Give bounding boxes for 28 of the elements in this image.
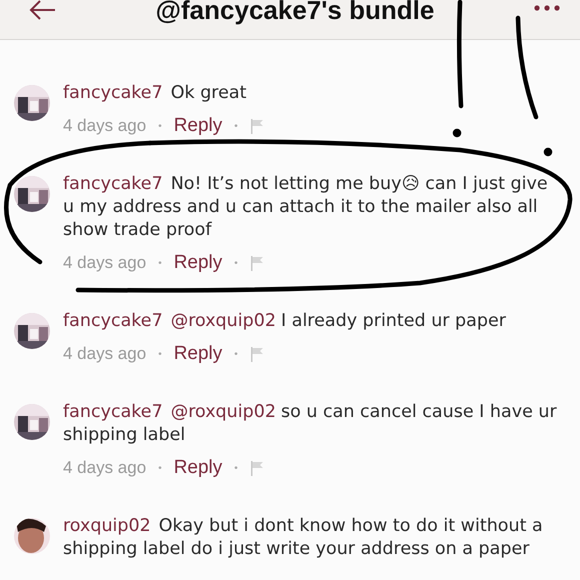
comment-text: fancycake7 No! It’s not letting me buy😥 can I just give u my address and u can attach it to the mailer also all show trade proof [63, 173, 549, 242]
timestamp: 4 days ago [63, 344, 146, 364]
flag-icon[interactable] [250, 255, 264, 271]
timestamp: 4 days ago [63, 458, 146, 478]
back-arrow-icon[interactable] [28, 0, 56, 20]
separator-dot: • [158, 120, 162, 132]
comment-text: fancycake7 @roxquip02 so u can cancel cause I have ur shipping label [63, 401, 558, 447]
page-title: @fancycake7's bundle [156, 0, 434, 26]
comment-text: roxquip02 Okay but i dont know how to do it without a shipping label do i just write your address on a paper [63, 515, 544, 561]
timestamp: 4 days ago [63, 253, 146, 273]
separator-dot: • [234, 120, 238, 132]
reply-link[interactable]: Reply [174, 457, 222, 479]
separator-dot: • [234, 258, 238, 268]
reply-link[interactable]: Reply [174, 115, 222, 137]
separator-dot: • [158, 462, 162, 474]
reply-link[interactable]: Reply [174, 252, 222, 274]
flag-icon[interactable] [250, 460, 264, 476]
separator-dot: • [234, 462, 238, 474]
timestamp: 4 days ago [63, 116, 146, 136]
separator-dot: • [158, 258, 162, 268]
comment-text: fancycake7 @roxquip02 I already printed ur paper [63, 310, 507, 333]
reply-link[interactable]: Reply [174, 343, 222, 365]
separator-dot: • [234, 348, 238, 360]
separator-dot: • [158, 348, 162, 360]
comment-text: fancycake7 Ok great [63, 82, 248, 105]
more-menu-icon[interactable] [534, 4, 560, 10]
flag-icon[interactable] [250, 118, 264, 134]
flag-icon[interactable] [250, 346, 264, 362]
